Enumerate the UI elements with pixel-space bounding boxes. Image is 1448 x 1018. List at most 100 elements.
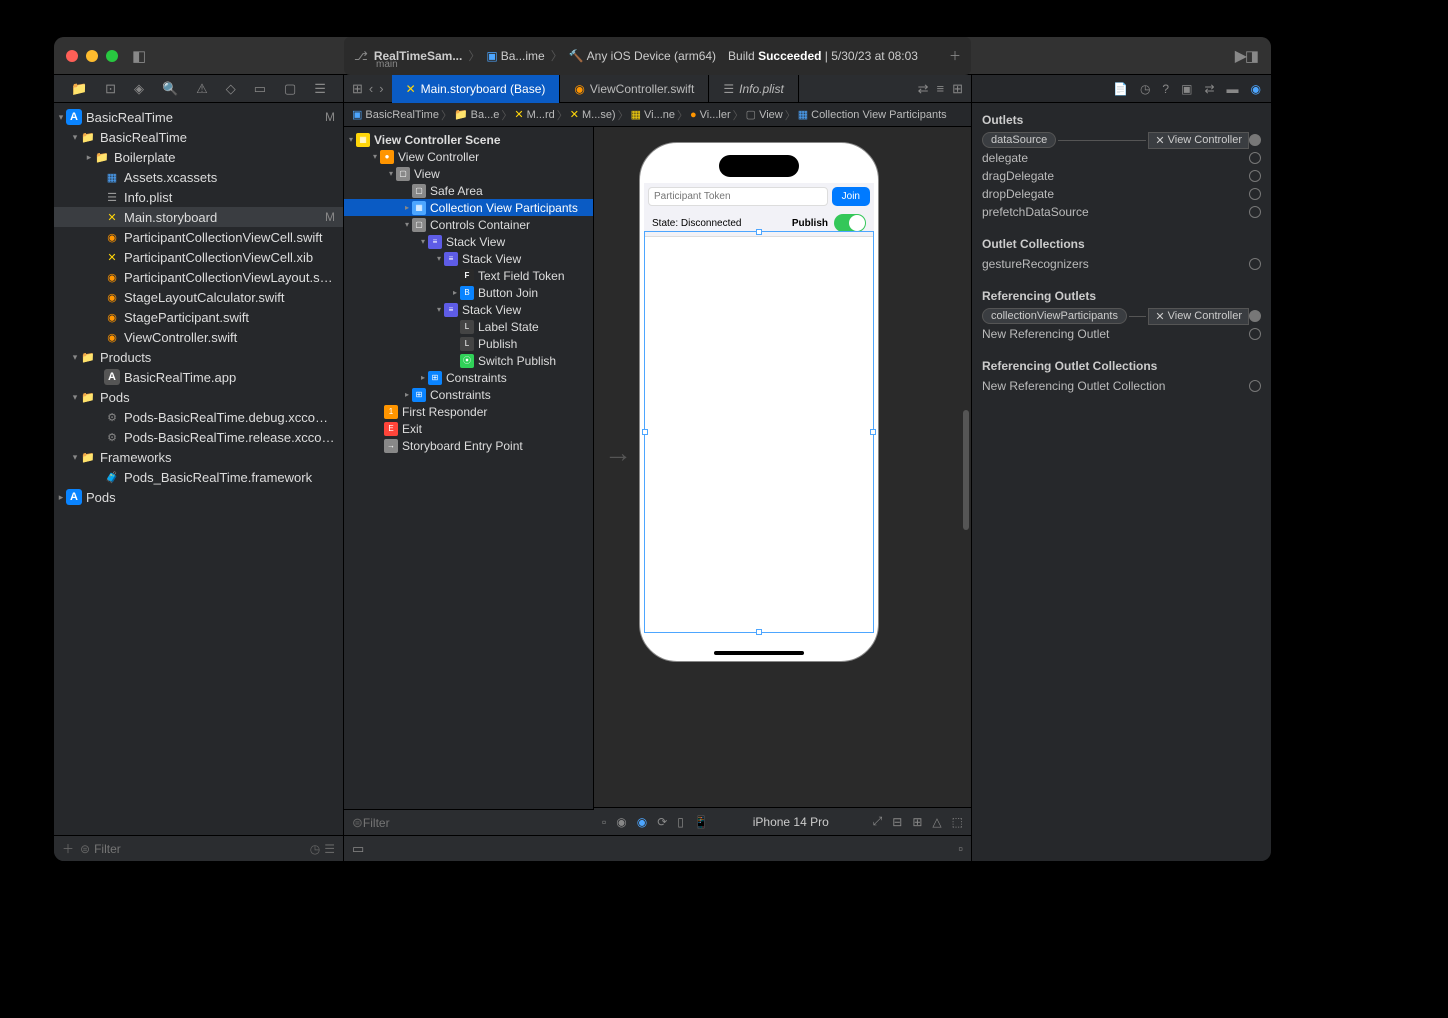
join-button[interactable]: Join <box>832 187 870 206</box>
outlet-delegate[interactable]: delegate <box>972 149 1271 167</box>
out-collection-view[interactable]: ▸▦Collection View Participants <box>344 199 593 216</box>
tree-infoplist[interactable]: ☰ Info.plist <box>54 187 343 207</box>
scm-filter-icon[interactable]: ☰ <box>324 842 335 856</box>
out-label-state[interactable]: LLabel State <box>344 318 593 335</box>
device-icon[interactable]: 📱 <box>694 815 709 829</box>
filter-input[interactable] <box>94 842 310 856</box>
out-stack2[interactable]: ▾≡Stack View <box>344 250 593 267</box>
out-constraints1[interactable]: ▸⊞Constraints <box>344 369 593 386</box>
add-tab-icon[interactable]: ＋ <box>949 47 961 64</box>
out-safe[interactable]: ▢Safe Area <box>344 182 593 199</box>
size-inspector-icon[interactable]: ▬ <box>1227 82 1239 96</box>
history-inspector-icon[interactable]: ◷ <box>1140 82 1150 96</box>
tree-boilerplate[interactable]: ▸📁 Boilerplate <box>54 147 343 167</box>
source-control-icon[interactable]: ⊡ <box>105 81 116 97</box>
ref-cvparticipants[interactable]: collectionViewParticipants ✕ View Contro… <box>972 307 1271 325</box>
out-controls[interactable]: ▾▢Controls Container <box>344 216 593 233</box>
preview-icon[interactable]: ◉ <box>637 815 647 829</box>
out-stack1[interactable]: ▾≡Stack View <box>344 233 593 250</box>
tree-target[interactable]: ▾📁 BasicRealTime <box>54 127 343 147</box>
test-navigator-icon[interactable]: ◇ <box>226 81 236 97</box>
out-scene[interactable]: ▾▦View Controller Scene <box>344 131 593 148</box>
tree-vc[interactable]: ◉ ViewController.swift <box>54 327 343 347</box>
connection-socket-icon[interactable] <box>1249 152 1261 164</box>
out-vc[interactable]: ▾●View Controller <box>344 148 593 165</box>
identity-inspector-icon[interactable]: ▣ <box>1181 82 1192 96</box>
zoom-icon[interactable] <box>106 50 118 62</box>
connection-socket-icon[interactable] <box>1249 380 1261 392</box>
minimap-icon[interactable]: ⇄ <box>918 81 929 97</box>
tree-frameworks[interactable]: ▾📁 Frameworks <box>54 447 343 467</box>
tree-main-storyboard[interactable]: ✕ Main.storyboard M <box>54 207 343 227</box>
align-icon[interactable]: ⊟ <box>892 815 902 829</box>
zoom-icon[interactable]: ⤢ <box>873 814 883 829</box>
tree-assets[interactable]: ▦ Assets.xcassets <box>54 167 343 187</box>
appearance-icon[interactable]: ▯ <box>677 815 684 829</box>
tree-app[interactable]: A BasicRealTime.app <box>54 367 343 387</box>
document-outline[interactable]: ▾▦View Controller Scene ▾●View Controlle… <box>344 127 594 809</box>
tree-playout[interactable]: ◉ ParticipantCollectionViewLayout.swift <box>54 267 343 287</box>
tree-project-root[interactable]: ▾A BasicRealTime M <box>54 107 343 127</box>
tree-pods-proj[interactable]: ▸A Pods <box>54 487 343 507</box>
file-inspector-icon[interactable]: 📄 <box>1113 82 1128 96</box>
out-entry[interactable]: →Storyboard Entry Point <box>344 437 593 454</box>
tree-pods-release[interactable]: ⚙ Pods-BasicRealTime.release.xcconfig <box>54 427 343 447</box>
ref-new[interactable]: New Referencing Outlet <box>972 325 1271 343</box>
resize-handle-right[interactable] <box>870 429 876 435</box>
tab-infoplist[interactable]: ☰ Info.plist <box>709 75 798 103</box>
resolve-icon[interactable]: △ <box>932 815 941 829</box>
attributes-inspector-icon[interactable]: ⇄ <box>1204 82 1214 96</box>
issue-navigator-icon[interactable]: ⚠ <box>196 81 208 97</box>
out-first-responder[interactable]: 1First Responder <box>344 403 593 420</box>
debug-panel-icon[interactable]: ▫ <box>958 841 963 856</box>
out-constraints2[interactable]: ▸⊞Constraints <box>344 386 593 403</box>
add-icon[interactable]: ＋ <box>62 840 74 857</box>
ref-coll-new[interactable]: New Referencing Outlet Collection <box>972 377 1271 395</box>
embed-icon[interactable]: ⬚ <box>952 815 963 829</box>
resize-handle-bottom[interactable] <box>756 629 762 635</box>
interface-builder-canvas[interactable]: → Join S <box>594 127 971 835</box>
out-exit[interactable]: EExit <box>344 420 593 437</box>
canvas-scrollbar[interactable] <box>963 410 969 530</box>
back-icon[interactable]: ‹ <box>369 81 373 96</box>
add-editor-icon[interactable]: ⊞ <box>952 81 963 97</box>
pin-icon[interactable]: ⊞ <box>912 815 922 829</box>
device-name[interactable]: iPhone 14 Pro <box>753 815 829 829</box>
out-view[interactable]: ▾▢View <box>344 165 593 182</box>
connection-socket-icon[interactable] <box>1249 206 1261 218</box>
close-icon[interactable] <box>66 50 78 62</box>
connection-socket-icon[interactable] <box>1249 170 1261 182</box>
project-navigator-icon[interactable]: 📁 <box>71 81 87 97</box>
symbol-navigator-icon[interactable]: ◈ <box>134 81 144 97</box>
outlet-dropdelegate[interactable]: dropDelegate <box>972 185 1271 203</box>
connection-socket-icon[interactable] <box>1249 188 1261 200</box>
debug-navigator-icon[interactable]: ▭ <box>254 81 266 97</box>
minimize-icon[interactable] <box>86 50 98 62</box>
out-label-publish[interactable]: LPublish <box>344 335 593 352</box>
outlet-datasource[interactable]: dataSource ✕ View Controller <box>972 131 1271 149</box>
out-switch[interactable]: ⦿Switch Publish <box>344 352 593 369</box>
report-navigator-icon[interactable]: ☰ <box>314 81 326 97</box>
adjust-editor-icon[interactable]: ◉ <box>616 815 626 829</box>
recent-icon[interactable]: ◷ <box>310 842 320 856</box>
project-tree[interactable]: ▾A BasicRealTime M ▾📁 BasicRealTime ▸📁 B… <box>54 103 343 835</box>
tree-pcell-xib[interactable]: ✕ ParticipantCollectionViewCell.xib <box>54 247 343 267</box>
publish-switch[interactable] <box>834 214 866 232</box>
outline-toggle-icon[interactable]: ▫ <box>602 815 606 829</box>
tab-viewcontroller[interactable]: ◉ ViewController.swift <box>560 75 709 103</box>
help-inspector-icon[interactable]: ? <box>1162 82 1169 96</box>
out-textfield[interactable]: FText Field Token <box>344 267 593 284</box>
find-navigator-icon[interactable]: 🔍 <box>162 81 178 97</box>
device-preview[interactable]: Join State: Disconnected Publish <box>639 142 879 662</box>
breakpoint-navigator-icon[interactable]: ▢ <box>284 81 296 97</box>
tree-stagecalc[interactable]: ◉ StageLayoutCalculator.swift <box>54 287 343 307</box>
debug-toggle-icon[interactable]: ▭ <box>352 841 364 857</box>
outlet-dragdelegate[interactable]: dragDelegate <box>972 167 1271 185</box>
out-stack3[interactable]: ▾≡Stack View <box>344 301 593 318</box>
forward-icon[interactable]: › <box>379 81 383 96</box>
tree-pods-group[interactable]: ▾📁 Pods <box>54 387 343 407</box>
connection-socket-icon[interactable] <box>1249 328 1261 340</box>
resize-handle-left[interactable] <box>642 429 648 435</box>
orientation-icon[interactable]: ⟳ <box>657 815 667 829</box>
editor-options-icon[interactable]: ≡ <box>937 81 945 97</box>
